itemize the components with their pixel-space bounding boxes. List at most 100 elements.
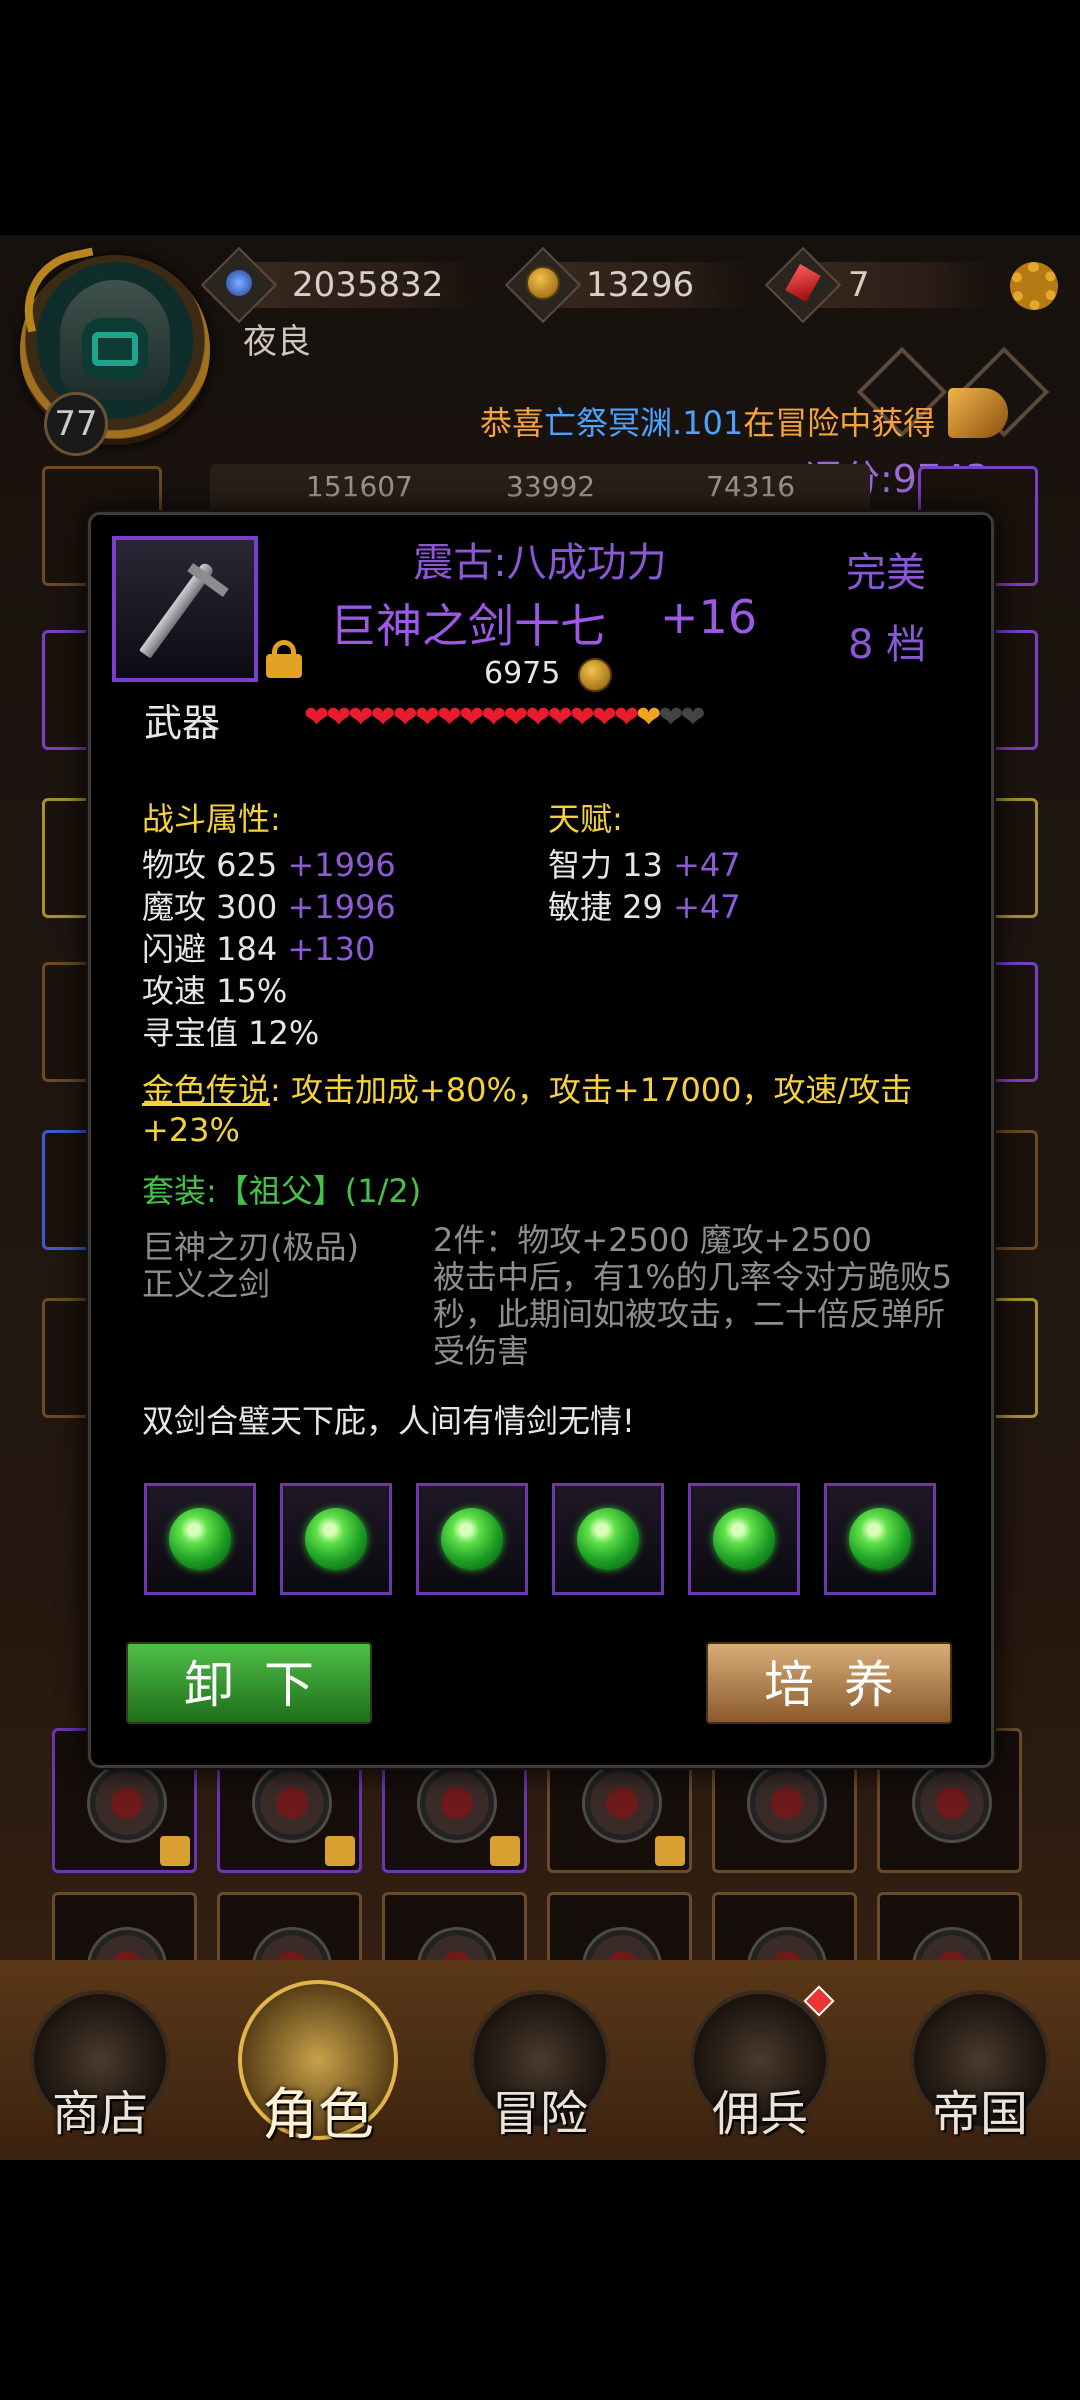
set-effect: 2件：物攻+2500 魔攻+2500 被击中后，有1%的几率令对方跪败5秒，此期…	[433, 1222, 963, 1370]
emerald-icon	[305, 1508, 367, 1570]
gold-count: 13296	[586, 265, 695, 305]
ticker-prefix: 恭喜	[480, 404, 545, 442]
combat-attributes-title: 战斗属性:	[142, 800, 281, 838]
star-rating: ❤❤❤❤❤❤❤❤❤❤❤❤❤❤❤❤❤❤	[304, 700, 706, 735]
item-name: 巨神之剑十七	[330, 599, 606, 653]
talent-intelligence: 智力 13 +47	[548, 840, 741, 886]
attr-stat-2: 33992	[506, 470, 596, 503]
lock-icon	[490, 1836, 520, 1866]
set-effect-line: 被击中后，有1%的几率令对方跪败5秒，此期间如被攻击，二十倍反弹所受伤害	[433, 1258, 953, 1370]
heart-full-icon: ❤	[392, 700, 418, 735]
emerald-icon	[169, 1508, 231, 1570]
stat-label: 敏捷 29	[548, 888, 663, 926]
gem-socket[interactable]	[416, 1483, 528, 1595]
stat-bonus: +47	[673, 846, 741, 884]
lock-icon	[325, 1836, 355, 1866]
talent-agility: 敏捷 29 +47	[548, 882, 741, 928]
stat-bonus: +1996	[287, 846, 396, 884]
stat-attack-speed: 攻速 15%	[142, 966, 287, 1012]
set-title: 套装:【祖父】(1/2)	[142, 1172, 422, 1210]
emblem-icon	[582, 1763, 662, 1843]
diamond-count: 2035832	[292, 265, 444, 305]
ticker-suffix: 在冒险中获得	[743, 404, 936, 442]
lock-body	[266, 654, 302, 678]
attribute-summary-bar: 151607 33992 74316	[210, 464, 870, 514]
nav-mercenary-label: 佣兵	[711, 2086, 808, 2142]
gold-coin-icon	[526, 266, 560, 300]
stat-magic-attack: 魔攻 300 +1996	[142, 882, 396, 928]
legendary-effect: 金色传说: 攻击加成+80%，攻击+17000，攻速/攻击+23%	[142, 1070, 962, 1150]
stat-bonus: +1996	[287, 888, 396, 926]
nav-shop-label: 商店	[51, 2086, 148, 2142]
heart-empty-icon: ❤	[658, 700, 683, 735]
lock-icon	[160, 1836, 190, 1866]
settings-gear-icon[interactable]	[1010, 262, 1058, 310]
item-price: 6975	[484, 656, 561, 691]
emerald-icon	[849, 1508, 911, 1570]
item-affix: 震古:八成功力	[413, 540, 667, 586]
announcement-horn-icon[interactable]	[948, 388, 1008, 438]
lock-icon[interactable]	[266, 640, 302, 678]
heart-full-icon: ❤	[304, 700, 329, 735]
flavor-text: 双剑合璧天下庇，人间有情剑无情!	[142, 1402, 635, 1440]
heart-full-icon: ❤	[503, 700, 528, 735]
nav-adventure[interactable]: 冒险	[460, 1990, 620, 2160]
stat-label: 物攻 625	[142, 846, 278, 884]
gold-coin-icon	[578, 658, 612, 692]
emblem-icon	[912, 1763, 992, 1843]
emblem-icon	[417, 1763, 497, 1843]
heart-empty-icon: ❤	[680, 700, 705, 735]
ticker-player: 亡祭冥渊.101	[544, 404, 744, 442]
stat-label: 寻宝值 12%	[142, 1014, 320, 1052]
emerald-icon	[713, 1508, 775, 1570]
heart-full-icon: ❤	[436, 700, 462, 735]
emblem-icon	[747, 1763, 827, 1843]
stat-label: 闪避 184	[142, 930, 278, 968]
stat-treasure: 寻宝值 12%	[142, 1008, 319, 1054]
lock-icon	[655, 1836, 685, 1866]
heart-full-icon: ❤	[591, 700, 617, 735]
talent-title: 天赋:	[548, 800, 623, 838]
nav-shop[interactable]: 商店	[20, 1990, 180, 2160]
attr-stat-3: 74316	[706, 470, 796, 503]
gem-socket[interactable]	[688, 1483, 800, 1595]
heart-partial-icon: ❤	[636, 700, 661, 735]
heart-full-icon: ❤	[547, 700, 573, 735]
heart-full-icon: ❤	[481, 700, 506, 735]
stat-bonus: +47	[673, 888, 741, 926]
heart-full-icon: ❤	[348, 700, 373, 735]
set-effect-line: 2件：物攻+2500 魔攻+2500	[433, 1221, 873, 1259]
gem-socket[interactable]	[824, 1483, 936, 1595]
item-grade: 8 档	[848, 622, 927, 668]
nav-character-label: 角色	[262, 2083, 374, 2148]
stat-label: 攻速 15%	[142, 972, 288, 1010]
heart-full-icon: ❤	[525, 700, 550, 735]
nav-mercenary[interactable]: 佣兵	[680, 1985, 840, 2160]
heart-full-icon: ❤	[613, 700, 639, 735]
nav-adventure-label: 冒险	[491, 2086, 588, 2142]
emerald-icon	[441, 1508, 503, 1570]
attr-stat-1: 151607	[306, 470, 413, 503]
stat-dodge: 闪避 184 +130	[142, 924, 375, 970]
game-screen: 77 夜良 2035832 13296 7 恭喜亡祭冥渊.101在冒险中获得 评…	[0, 0, 1080, 2400]
stat-bonus: +130	[287, 930, 376, 968]
avatar-mask-icon	[92, 332, 138, 366]
announcement-ticker: 恭喜亡祭冥渊.101在冒险中获得	[480, 398, 935, 444]
nav-character[interactable]: 角色	[238, 1980, 398, 2160]
heart-full-icon: ❤	[326, 700, 351, 735]
player-name: 夜良	[243, 322, 311, 362]
heart-full-icon: ❤	[370, 700, 395, 735]
train-button[interactable]: 培养	[706, 1642, 952, 1724]
unequip-button[interactable]: 卸下	[126, 1642, 372, 1724]
nav-empire-label: 帝国	[931, 2086, 1028, 2142]
legendary-title[interactable]: 金色传说	[142, 1071, 270, 1109]
heart-full-icon: ❤	[458, 700, 484, 735]
emblem-icon	[87, 1763, 167, 1843]
emerald-icon	[577, 1508, 639, 1570]
gem-socket[interactable]	[144, 1483, 256, 1595]
gem-socket[interactable]	[552, 1483, 664, 1595]
item-quality: 完美	[846, 550, 926, 596]
nav-empire[interactable]: 帝国	[900, 1990, 1060, 2160]
gem-socket[interactable]	[280, 1483, 392, 1595]
item-type: 武器	[144, 701, 221, 745]
